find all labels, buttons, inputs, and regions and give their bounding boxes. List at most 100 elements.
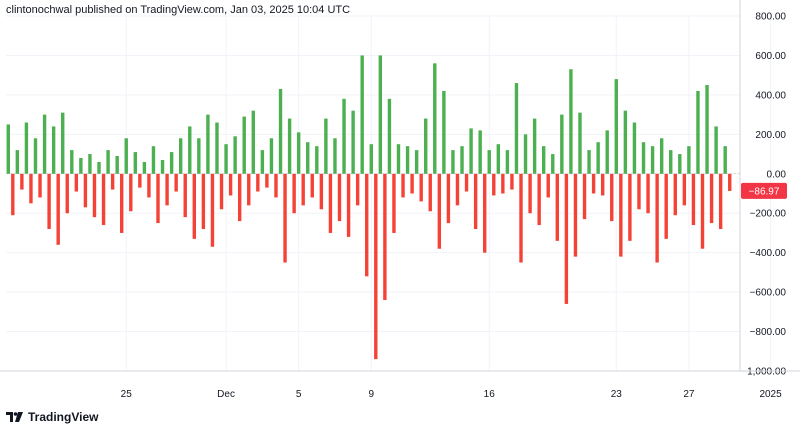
histogram-bar [451, 150, 455, 174]
histogram-bar [414, 150, 419, 174]
histogram-bar [97, 161, 101, 174]
histogram-bar [178, 138, 183, 174]
histogram-bar [446, 173, 451, 224]
histogram-bar [696, 90, 700, 174]
histogram-bar [56, 173, 60, 245]
histogram-bar [718, 173, 723, 229]
histogram-bar [169, 152, 174, 174]
x-tick-label: 27 [683, 389, 695, 400]
histogram-bar [487, 150, 491, 174]
histogram-bar [619, 173, 623, 257]
histogram-bar [501, 173, 505, 194]
histogram-bar [605, 130, 609, 174]
histogram-bar [728, 173, 732, 191]
histogram-bar [401, 173, 405, 198]
histogram-bar [546, 173, 550, 198]
histogram-bar [151, 146, 156, 174]
histogram-bar [206, 114, 210, 174]
histogram-bar [691, 173, 696, 226]
histogram-bar [292, 173, 296, 214]
y-tick-label: 400.00 [755, 90, 786, 101]
histogram-bar [442, 90, 446, 174]
histogram-bar [360, 55, 364, 174]
histogram-bar [70, 150, 74, 174]
histogram-bar [156, 173, 160, 224]
y-tick-label: −400.00 [750, 248, 787, 259]
histogram-bar [610, 173, 614, 222]
histogram-bar [655, 173, 659, 263]
histogram-bar [569, 69, 573, 174]
histogram-bar [197, 138, 201, 174]
histogram-bar [260, 150, 265, 174]
histogram-bar [596, 142, 600, 174]
y-tick-label: −800.00 [750, 327, 787, 338]
tradingview-logo[interactable]: TradingView [6, 410, 98, 424]
bars-layer [6, 55, 740, 360]
histogram-bar [578, 112, 582, 174]
histogram-bar [483, 173, 487, 253]
histogram-bar [147, 173, 151, 198]
last-value-label: −86.97 [749, 186, 780, 197]
histogram-bar [247, 173, 251, 206]
histogram-bar [328, 173, 333, 233]
histogram-bar [455, 173, 460, 206]
histogram-bar [637, 173, 641, 210]
last-value-marker: −86.97 [741, 182, 787, 199]
histogram-bar [24, 122, 29, 174]
histogram-bar [669, 150, 673, 174]
histogram-bar [192, 173, 196, 239]
histogram-bar [632, 122, 637, 174]
x-tick-label: 23 [611, 389, 623, 400]
tradingview-logo-text: TradingView [28, 410, 99, 424]
histogram-bar [346, 173, 351, 237]
y-tick-label: 200.00 [755, 130, 786, 141]
histogram-bar [47, 173, 51, 229]
histogram-bar [251, 110, 255, 174]
histogram-bar [296, 132, 301, 174]
histogram-bar [623, 110, 628, 174]
histogram-bar [210, 173, 215, 247]
histogram-bar [469, 128, 473, 174]
histogram-bar [124, 138, 128, 174]
histogram-bar [505, 150, 510, 174]
histogram-bar [106, 150, 110, 174]
histogram-bar [129, 173, 133, 212]
x-tick-label: 25 [121, 389, 133, 400]
histogram-bar [537, 173, 541, 226]
histogram-bar [564, 173, 569, 304]
histogram-bar [365, 173, 369, 277]
histogram-bar [582, 173, 587, 220]
histogram-bar [387, 98, 392, 174]
histogram-bar [555, 173, 559, 241]
histogram-bar [138, 173, 142, 188]
histogram-bar [174, 173, 178, 192]
histogram-bar [215, 122, 219, 174]
histogram-bar [219, 173, 224, 210]
histogram-bar [11, 173, 15, 216]
histogram-bar [33, 138, 38, 174]
histogram-bar [473, 173, 478, 229]
histogram-bar [528, 173, 532, 214]
histogram-bar [315, 146, 319, 174]
x-tick-label: 5 [296, 389, 302, 400]
y-tick-label: 0.00 [767, 169, 787, 180]
histogram-bar [188, 126, 192, 174]
histogram-bar [256, 173, 260, 192]
histogram-bar [437, 173, 442, 249]
chart-frame: 800.00 600.00 400.00 200.00 0.00 −200.00 −400.… [0, 0, 800, 429]
histogram-bar [337, 173, 342, 222]
histogram-bar [265, 173, 269, 188]
histogram-bar [274, 173, 278, 198]
histogram-bar [65, 173, 69, 214]
histogram-bar [283, 173, 287, 263]
histogram-bar [519, 173, 523, 263]
y-tick-label: −600.00 [750, 288, 787, 299]
histogram-bar [228, 173, 233, 196]
histogram-bar [110, 173, 115, 190]
histogram-bar [237, 173, 242, 222]
histogram-bar [355, 173, 360, 206]
histogram-bar [591, 173, 596, 194]
histogram-bar [29, 173, 33, 204]
histogram-bar [351, 110, 355, 174]
histogram-bar [133, 152, 138, 174]
